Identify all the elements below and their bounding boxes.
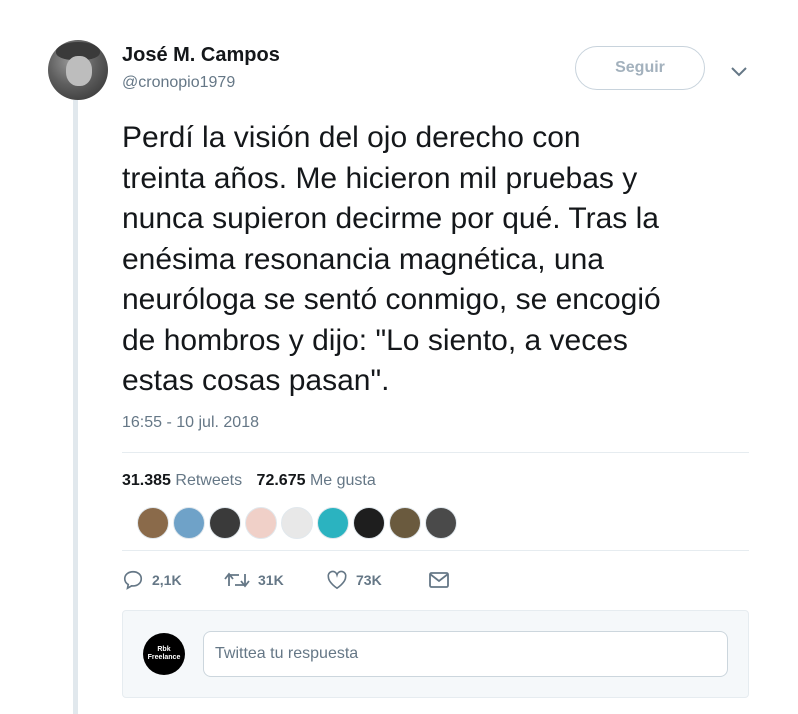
likers-avatars [137,507,457,539]
reply-input[interactable] [203,631,728,677]
tweet-text: Perdí la visión del ojo derecho con trei… [122,121,661,397]
liker-avatar[interactable] [245,507,277,539]
avatar-text-line2: Freelance [147,654,181,661]
reply-count: 2,1K [152,572,182,588]
envelope-icon [429,572,449,588]
retweets-count: 31.385 [122,472,171,489]
retweets-stat[interactable]: 31.385 Retweets [122,472,242,489]
reply-composer: Rbk Freelance [122,610,749,698]
liker-avatar[interactable] [389,507,421,539]
more-options-button[interactable] [728,62,750,82]
tweet-actions: 2,1K 31K 73K [122,566,450,594]
heart-icon [327,570,347,590]
chevron-down-icon [731,67,747,77]
liker-avatar[interactable] [281,507,313,539]
tweet-stats: 31.385 Retweets 72.675 Me gusta [122,472,376,490]
retweets-label: Retweets [175,472,243,489]
author-handle[interactable]: @cronopio1979 [122,74,235,92]
liker-avatar[interactable] [173,507,205,539]
follow-button[interactable]: Seguir [575,46,705,90]
reply-button[interactable]: 2,1K [122,569,224,591]
divider-bottom [122,550,749,551]
direct-message-button[interactable] [428,571,450,589]
avatar-text-line1: Rbk [157,646,171,653]
tweet-timestamp[interactable]: 16:55 - 10 jul. 2018 [122,414,259,432]
liker-avatar[interactable] [425,507,457,539]
author-display-name[interactable]: José M. Campos [122,44,280,67]
liker-avatar[interactable] [353,507,385,539]
reply-icon [123,570,143,590]
divider-top [122,452,749,453]
current-user-avatar[interactable]: Rbk Freelance [143,633,185,675]
liker-avatar[interactable] [137,507,169,539]
likes-stat[interactable]: 72.675 Me gusta [257,472,376,489]
like-count: 73K [356,572,382,588]
retweet-icon [224,572,250,588]
likes-label: Me gusta [309,472,376,489]
like-button[interactable]: 73K [326,570,428,590]
retweet-button[interactable]: 31K [224,570,326,590]
likes-count: 72.675 [256,472,306,489]
author-avatar[interactable] [48,40,108,100]
retweet-count: 31K [258,572,284,588]
liker-avatar[interactable] [317,507,349,539]
liker-avatar[interactable] [209,507,241,539]
avatar-face-shape [66,56,92,86]
thread-line [73,100,78,714]
